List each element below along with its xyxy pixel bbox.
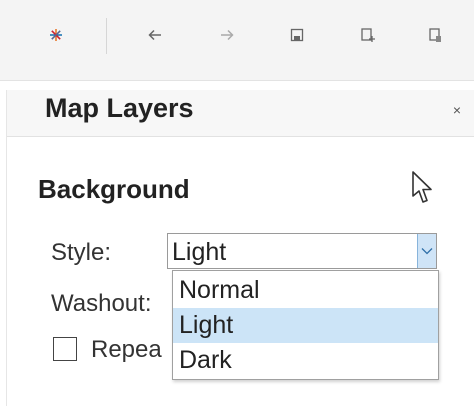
undo-arrow-icon[interactable] — [140, 20, 170, 50]
chevron-down-icon[interactable] — [417, 234, 436, 268]
close-icon[interactable]: × — [453, 102, 461, 118]
pause-updates-icon[interactable] — [420, 20, 450, 50]
panel-header: Map Layers × — [7, 90, 474, 137]
washout-label: Washout: — [51, 290, 152, 317]
dropdown-option-normal[interactable]: Normal — [173, 273, 438, 308]
repeat-label: Repea — [91, 336, 162, 363]
style-select[interactable]: Light — [167, 233, 437, 269]
tableau-logo-icon[interactable] — [41, 20, 71, 50]
panel-title: Map Layers — [45, 93, 194, 123]
style-select-value: Light — [172, 238, 227, 266]
style-label: Style: — [51, 239, 112, 266]
section-title-background: Background — [38, 174, 190, 204]
redo-arrow-icon[interactable] — [212, 20, 242, 50]
dropdown-option-light[interactable]: Light — [173, 308, 438, 343]
new-data-source-icon[interactable] — [353, 20, 383, 50]
spacer — [0, 81, 474, 90]
toolbar — [0, 0, 474, 81]
mouse-pointer-icon — [410, 170, 436, 211]
save-icon[interactable] — [282, 20, 312, 50]
style-dropdown-list: Normal Light Dark — [172, 270, 439, 380]
dropdown-option-dark[interactable]: Dark — [173, 343, 438, 378]
map-layers-panel: Map Layers × Background Style: Light Was… — [6, 90, 474, 406]
repeat-checkbox[interactable] — [53, 337, 77, 361]
toolbar-separator — [106, 18, 107, 54]
